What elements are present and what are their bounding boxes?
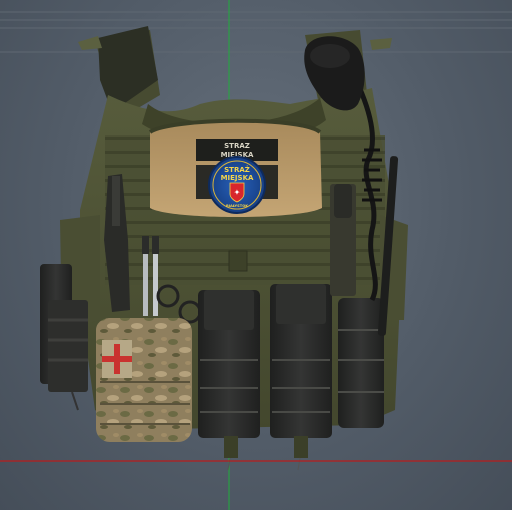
city-guard-badge: STRAŻ MIEJSKA ✦ BIAŁYSTOK — [208, 156, 266, 214]
svg-text:✦: ✦ — [234, 188, 241, 197]
badge-line2: MIEJSKA — [221, 174, 254, 182]
viewport-grid — [0, 11, 512, 53]
plate-carrier-vest: STRAZ MIEJSKA STRAŻ MIEJSKA ✦ BIAŁYSTOK — [40, 26, 408, 471]
medical-pouch — [96, 318, 192, 442]
scene: STRAZ MIEJSKA STRAŻ MIEJSKA ✦ BIAŁYSTOK — [0, 0, 512, 510]
radio-microphone — [304, 36, 365, 111]
3d-viewport[interactable]: STRAZ MIEJSKA STRAŻ MIEJSKA ✦ BIAŁYSTOK — [0, 0, 512, 510]
badge-line1: STRAŻ — [224, 165, 250, 174]
name-tape-line1: STRAZ — [224, 142, 250, 150]
badge-line3: BIAŁYSTOK — [226, 204, 248, 208]
